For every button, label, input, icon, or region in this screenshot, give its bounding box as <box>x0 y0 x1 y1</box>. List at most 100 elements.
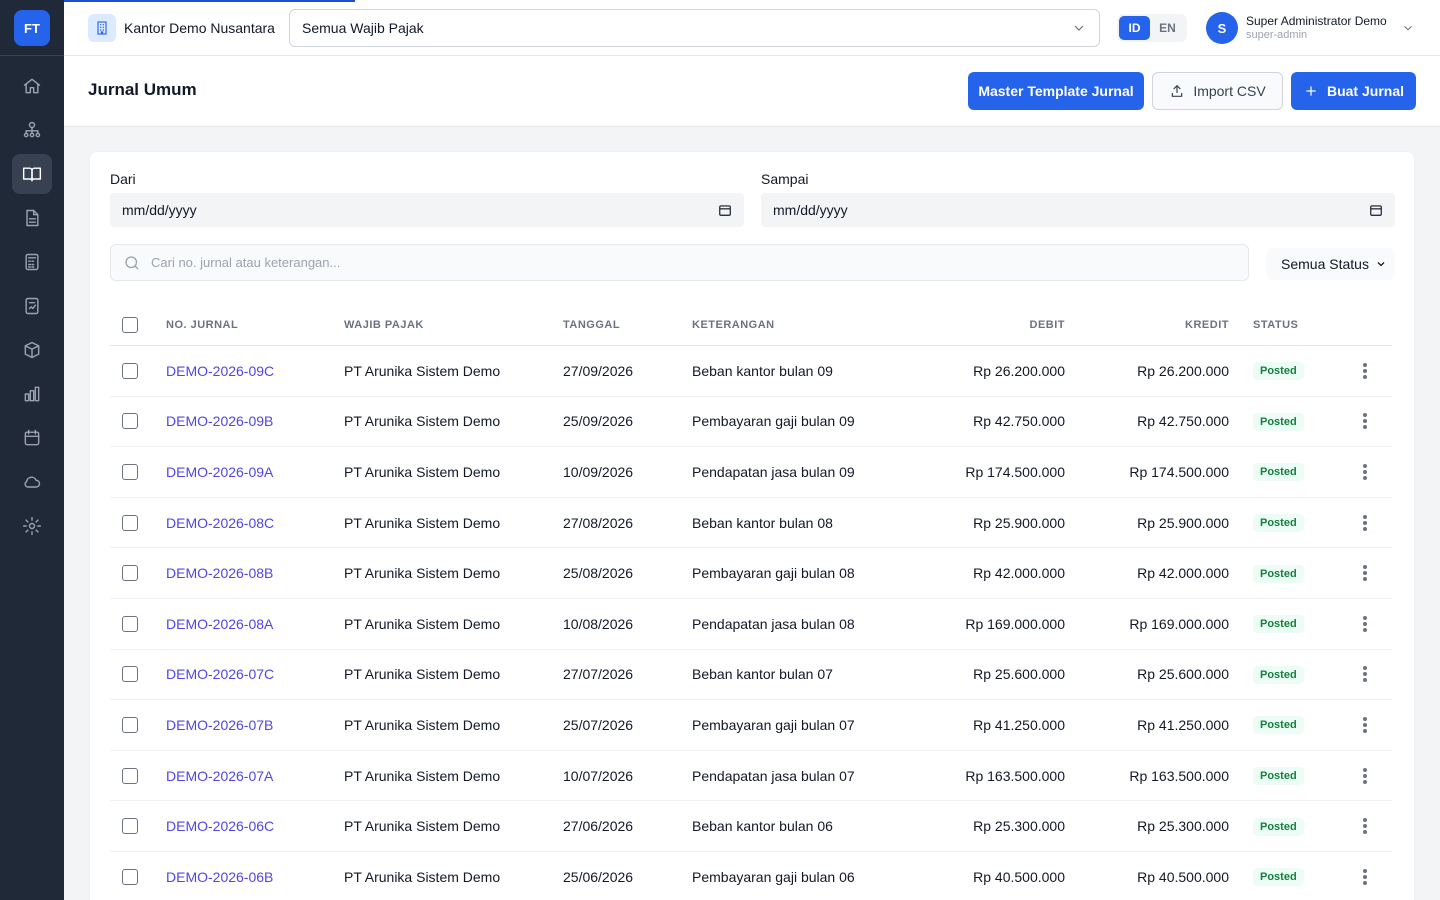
journal-number-link[interactable]: DEMO-2026-07C <box>166 666 274 682</box>
more-actions-icon[interactable] <box>1362 362 1367 379</box>
row-checkbox[interactable] <box>122 666 138 683</box>
report-icon <box>25 297 39 315</box>
lang-en-button[interactable]: EN <box>1152 16 1183 40</box>
sidebar-item-organization[interactable] <box>12 110 52 150</box>
taxpayer-select[interactable]: Semua Wajib Pajak <box>289 9 1100 47</box>
to-date-input[interactable]: mm/dd/yyyy <box>761 193 1395 227</box>
row-checkbox[interactable] <box>122 565 138 582</box>
row-checkbox[interactable] <box>122 818 138 835</box>
more-actions-icon[interactable] <box>1362 413 1367 430</box>
journal-number-link[interactable]: DEMO-2026-08B <box>166 565 273 581</box>
status-filter-select[interactable]: Semua Status <box>1266 248 1395 280</box>
description-cell: Pendapatan jasa bulan 08 <box>692 615 855 632</box>
journal-number-link[interactable]: DEMO-2026-08A <box>166 616 273 632</box>
row-checkbox[interactable] <box>122 615 138 632</box>
taxpayer-cell: PT Arunika Sistem Demo <box>344 514 501 531</box>
language-toggle: ID EN <box>1117 14 1187 42</box>
calendar-icon[interactable] <box>1369 203 1383 217</box>
status-badge: Posted <box>1253 564 1304 583</box>
more-actions-icon[interactable] <box>1362 666 1367 683</box>
row-checkbox[interactable] <box>122 716 138 733</box>
taxpayer-cell: PT Arunika Sistem Demo <box>344 868 501 885</box>
row-checkbox[interactable] <box>122 362 138 379</box>
debit-cell: Rp 42.000.000 <box>973 565 1065 582</box>
row-checkbox[interactable] <box>122 413 138 430</box>
from-label: Dari <box>110 171 136 187</box>
credit-cell: Rp 174.500.000 <box>1129 463 1229 480</box>
debit-cell: Rp 25.900.000 <box>973 514 1065 531</box>
table-row: DEMO-2026-09C PT Arunika Sistem Demo 27/… <box>110 346 1392 397</box>
journal-number-link[interactable]: DEMO-2026-06C <box>166 818 274 834</box>
more-actions-icon[interactable] <box>1362 463 1367 480</box>
journal-number-link[interactable]: DEMO-2026-09C <box>166 363 274 379</box>
description-cell: Pembayaran gaji bulan 07 <box>692 716 855 733</box>
status-badge: Posted <box>1253 362 1304 381</box>
col-header-credit[interactable]: KREDIT <box>1065 319 1229 331</box>
date-cell: 10/07/2026 <box>563 767 634 784</box>
sidebar-item-calculator[interactable] <box>12 242 52 282</box>
select-all-checkbox[interactable] <box>122 316 138 333</box>
to-date-value: mm/dd/yyyy <box>773 202 848 218</box>
journal-number-link[interactable]: DEMO-2026-06B <box>166 869 273 885</box>
sidebar-item-assets[interactable] <box>12 330 52 370</box>
credit-cell: Rp 169.000.000 <box>1129 615 1229 632</box>
date-cell: 27/08/2026 <box>563 514 634 531</box>
import-csv-button[interactable]: Import CSV <box>1152 72 1283 110</box>
row-checkbox[interactable] <box>122 463 138 480</box>
more-actions-icon[interactable] <box>1362 514 1367 531</box>
more-actions-icon[interactable] <box>1362 868 1367 885</box>
col-header-debit[interactable]: DEBIT <box>892 319 1065 331</box>
top-header: Kantor Demo Nusantara Semua Wajib Pajak … <box>64 0 1440 56</box>
user-menu[interactable]: S Super Administrator Demo super-admin <box>1206 11 1415 45</box>
row-checkbox-cell <box>110 666 166 683</box>
journal-number-link[interactable]: DEMO-2026-07A <box>166 768 273 784</box>
row-checkbox[interactable] <box>122 868 138 885</box>
master-template-button[interactable]: Master Template Jurnal <box>968 72 1144 110</box>
sidebar-item-analytics[interactable] <box>12 374 52 414</box>
description-cell: Beban kantor bulan 06 <box>692 818 833 835</box>
cloud-icon <box>24 476 41 488</box>
search-input[interactable] <box>151 255 1151 270</box>
sidebar-item-documents[interactable] <box>12 198 52 238</box>
col-header-status[interactable]: STATUS <box>1229 319 1337 331</box>
row-checkbox[interactable] <box>122 767 138 784</box>
calendar-icon[interactable] <box>718 203 732 217</box>
sidebar-item-home[interactable] <box>12 66 52 106</box>
description-cell: Pembayaran gaji bulan 06 <box>692 868 855 885</box>
sidebar-item-settings[interactable] <box>12 506 52 546</box>
journal-number-link[interactable]: DEMO-2026-08C <box>166 515 274 531</box>
col-header-description[interactable]: KETERANGAN <box>692 319 892 331</box>
journal-number-link[interactable]: DEMO-2026-07B <box>166 717 273 733</box>
col-header-no[interactable]: NO. JURNAL <box>166 319 344 331</box>
description-cell: Beban kantor bulan 09 <box>692 362 833 379</box>
create-journal-button[interactable]: Buat Jurnal <box>1291 72 1416 110</box>
journal-number-link[interactable]: DEMO-2026-09A <box>166 464 273 480</box>
sidebar-item-cloud[interactable] <box>12 462 52 502</box>
row-checkbox-cell <box>110 818 166 835</box>
more-actions-icon[interactable] <box>1362 716 1367 733</box>
date-cell: 27/09/2026 <box>563 362 634 379</box>
table-row: DEMO-2026-08C PT Arunika Sistem Demo 27/… <box>110 498 1392 549</box>
status-badge: Posted <box>1253 463 1304 482</box>
more-actions-icon[interactable] <box>1362 767 1367 784</box>
more-actions-icon[interactable] <box>1362 818 1367 835</box>
col-header-date[interactable]: TANGGAL <box>563 319 692 331</box>
app-logo[interactable]: FT <box>14 10 50 46</box>
row-checkbox[interactable] <box>122 514 138 531</box>
sidebar-item-reports[interactable] <box>12 286 52 326</box>
more-actions-icon[interactable] <box>1362 565 1367 582</box>
col-header-wp[interactable]: WAJIB PAJAK <box>344 319 563 331</box>
office-switcher[interactable]: Kantor Demo Nusantara <box>88 14 275 42</box>
credit-cell: Rp 25.900.000 <box>1137 514 1229 531</box>
more-actions-icon[interactable] <box>1362 615 1367 632</box>
sidebar-item-journal[interactable] <box>12 154 52 194</box>
page-toolbar: Jurnal Umum Master Template Jurnal Impor… <box>64 56 1440 127</box>
journal-number-link[interactable]: DEMO-2026-09B <box>166 413 273 429</box>
taxpayer-cell: PT Arunika Sistem Demo <box>344 362 501 379</box>
from-date-input[interactable]: mm/dd/yyyy <box>110 193 744 227</box>
date-cell: 25/06/2026 <box>563 868 634 885</box>
plus-icon <box>1306 86 1316 96</box>
sidebar-nav <box>12 66 52 550</box>
sidebar-item-calendar[interactable] <box>12 418 52 458</box>
lang-id-button[interactable]: ID <box>1119 16 1150 40</box>
